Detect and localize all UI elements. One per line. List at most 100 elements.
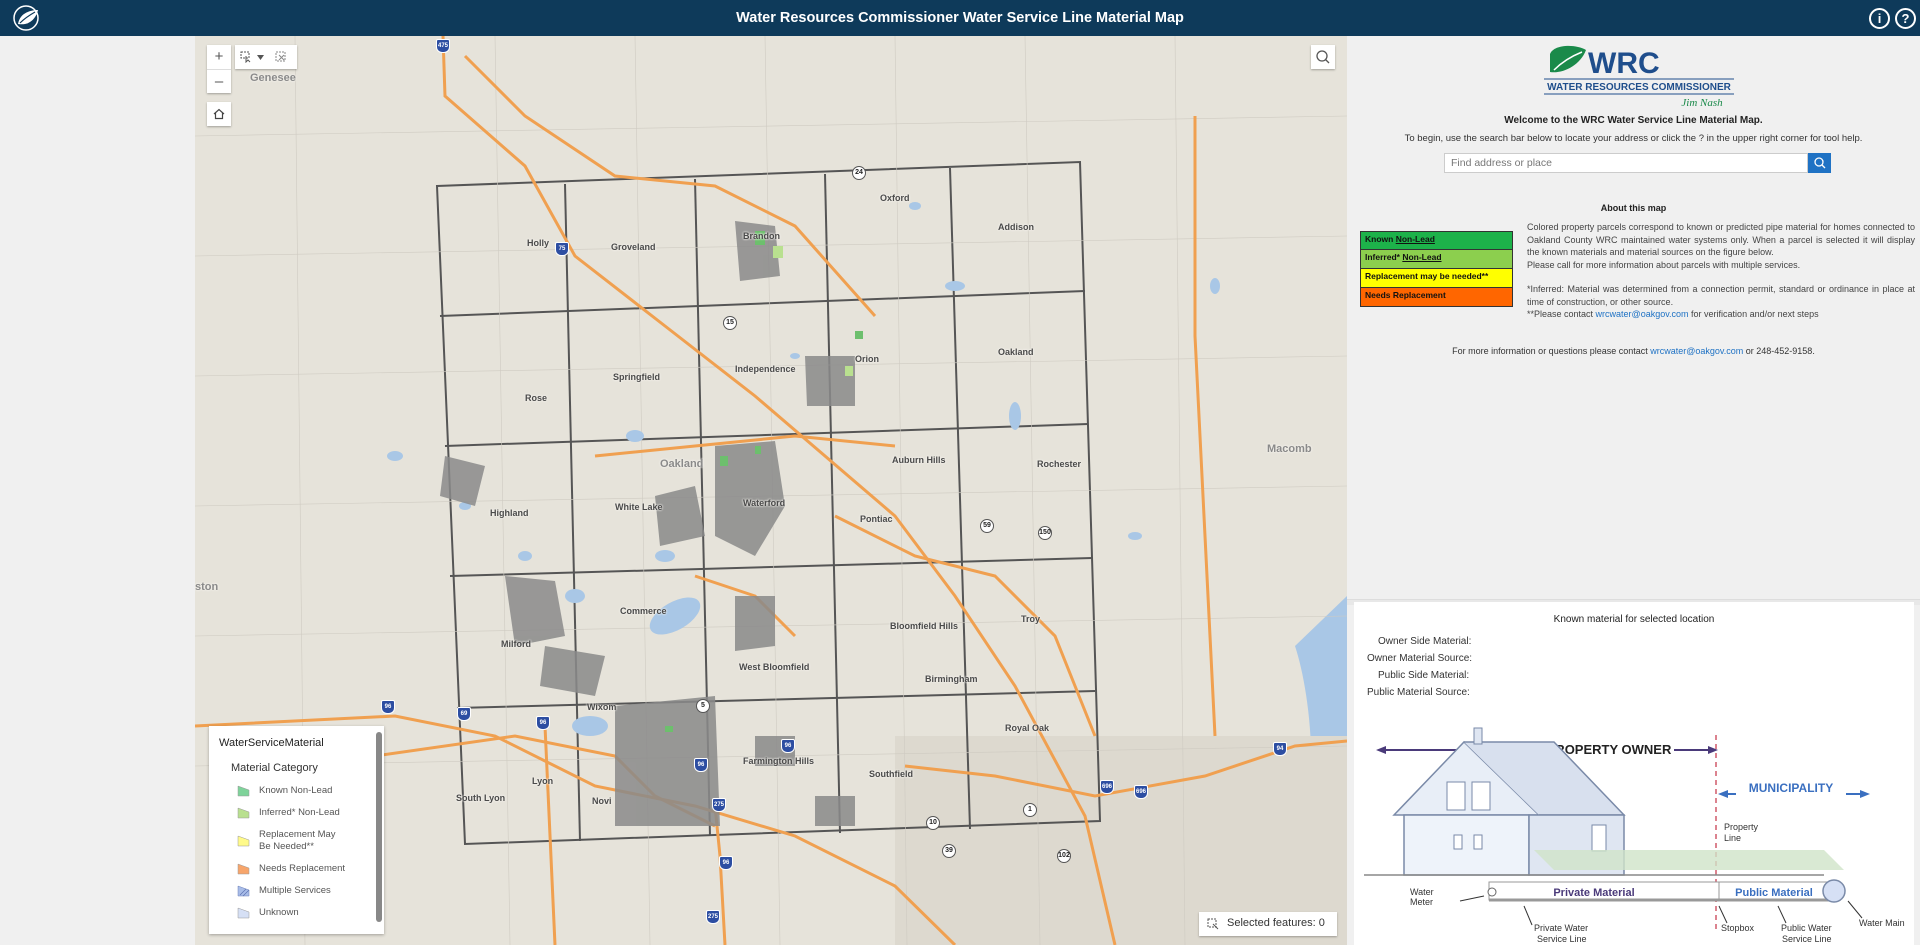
welcome-text: Welcome to the WRC Water Service Line Ma… [1504,115,1763,126]
about-description: Colored property parcels correspond to k… [1527,222,1915,319]
route-shield: 24 [852,166,866,180]
selection-toolbar [235,45,297,69]
app-header: Water Resources Commissioner Water Servi… [0,0,1920,36]
place-label: Troy [1021,614,1041,624]
material-row-needs-replacement: Needs Replacement [1360,288,1513,307]
selected-features-label: Selected features: 0 [1227,917,1325,929]
owner-side-material-label: Owner Side Material: [1378,636,1472,647]
place-label: Oakland [998,347,1034,357]
route-shield: 59 [980,519,994,533]
interstate-shield: 696 [1134,785,1148,799]
map-legend[interactable]: WaterServiceMaterial Material Category K… [209,726,384,934]
legend-swatch [237,863,250,875]
material-row-known: Known Non-Lead [1360,231,1513,250]
place-label: White Lake [615,502,663,512]
place-label: Oxford [880,193,910,203]
place-label: Highland [490,508,529,518]
county-label-livingston: ston [195,581,219,593]
zoom-control: + – [207,45,231,93]
map-search-button[interactable] [1311,45,1335,69]
known-material-title: Known material for selected location [1553,614,1715,625]
info-panel: WRC WATER RESOURCES COMMISSIONER Jim Nas… [1347,36,1920,945]
home-icon [213,108,225,120]
home-button[interactable] [207,102,231,126]
page-title: Water Resources Commissioner Water Servi… [736,10,1184,26]
zoom-out-button[interactable]: – [207,69,231,93]
interstate-shield: 475 [436,39,450,53]
address-search-input[interactable]: Find address or place [1444,153,1808,173]
municipality-label: MUNICIPALITY [1749,781,1833,795]
place-label: Orion [855,354,879,364]
wrc-logo-text: WRC [1588,47,1660,80]
county-label-macomb: Macomb [1267,443,1312,455]
place-label: South Lyon [456,793,506,803]
stopbox-label: Stopbox [1721,923,1755,933]
route-shield: 5 [696,699,710,713]
wrc-logo-subtitle: WATER RESOURCES COMMISSIONER [1547,82,1731,93]
legend-layer-title: WaterServiceMaterial [219,737,324,749]
legend-group-title: Material Category [231,762,318,774]
chevron-down-icon[interactable] [257,55,264,60]
public-service-line-label: Public Water [1781,923,1832,933]
select-tool-icon[interactable] [240,51,252,63]
more-info-text: For more information or questions please… [1452,346,1815,356]
material-color-table: Known Non-Lead Inferred* Non-Lead Replac… [1360,231,1513,307]
help-icon[interactable]: ? [1895,8,1916,29]
water-main-label: Water Main [1859,918,1905,928]
known-material-panel: Known material for selected location Own… [1354,602,1914,945]
public-material-source-label: Public Material Source: [1367,687,1470,698]
info-icon[interactable]: i [1869,8,1890,29]
interstate-shield: 96 [781,739,795,753]
interstate-shield: 275 [706,910,720,924]
more-info-email-link[interactable]: wrcwater@oakgov.com [1650,346,1743,356]
place-label: Holly [527,238,550,248]
selection-icon [1207,918,1219,930]
route-shield: 15 [723,316,737,330]
selected-features-button[interactable]: Selected features: 0 [1199,912,1337,936]
interstate-shield: 75 [555,242,569,256]
svg-text:Service Line: Service Line [1782,934,1832,944]
svg-text:Service Line: Service Line [1537,934,1587,944]
place-label: Birmingham [925,674,978,684]
place-label: Auburn Hills [892,455,946,465]
place-label: Rose [525,393,548,403]
route-shield: 150 [1038,526,1052,540]
service-line-diagram: PROPERTY OWNER MUNICIPALITY Property Lin… [1364,727,1905,944]
wrc-logo: WRC WATER RESOURCES COMMISSIONER Jim Nas… [1544,45,1734,109]
place-label: Southfield [869,769,913,779]
zoom-in-button[interactable]: + [207,45,231,69]
county-label-genesee: Genesee [250,72,296,84]
place-label: West Bloomfield [739,662,810,672]
place-label: Independence [735,364,796,374]
place-label: Lyon [532,776,554,786]
legend-scrollbar[interactable] [376,732,382,922]
route-shield: 39 [942,844,956,858]
public-side-material-label: Public Side Material: [1378,670,1470,681]
svg-text:Meter: Meter [1410,897,1433,907]
interstate-shield: 696 [1100,780,1114,794]
svg-text:Line: Line [1724,833,1741,843]
place-label: Milford [501,639,531,649]
place-label: Royal Oak [1005,723,1050,733]
address-search-button[interactable] [1808,153,1831,173]
place-label: Springfield [613,372,660,382]
interstate-shield: 69 [457,707,471,721]
legend-swatch [237,907,250,919]
owner-material-source-label: Owner Material Source: [1367,653,1473,664]
place-label: Brandon [743,231,780,241]
place-label: Bloomfield Hills [890,621,959,631]
public-material-label: Public Material [1735,887,1813,899]
water-meter-label: Water [1410,887,1434,897]
search-icon [1814,157,1826,169]
map-view[interactable]: Genesee Oakland Macomb ston Holly Grovel… [195,36,1347,945]
contact-email-link[interactable]: wrcwater@oakgov.com [1596,309,1689,319]
legend-swatch [237,885,250,897]
place-label: Addison [998,222,1034,232]
interstate-shield: 96 [694,758,708,772]
clear-selection-icon[interactable] [275,51,287,63]
private-material-label: Private Material [1553,887,1634,899]
private-service-line-label: Private Water [1534,923,1588,933]
legend-swatch [237,785,250,797]
place-label: Pontiac [860,514,893,524]
instructions-text: To begin, use the search bar below to lo… [1404,133,1863,144]
